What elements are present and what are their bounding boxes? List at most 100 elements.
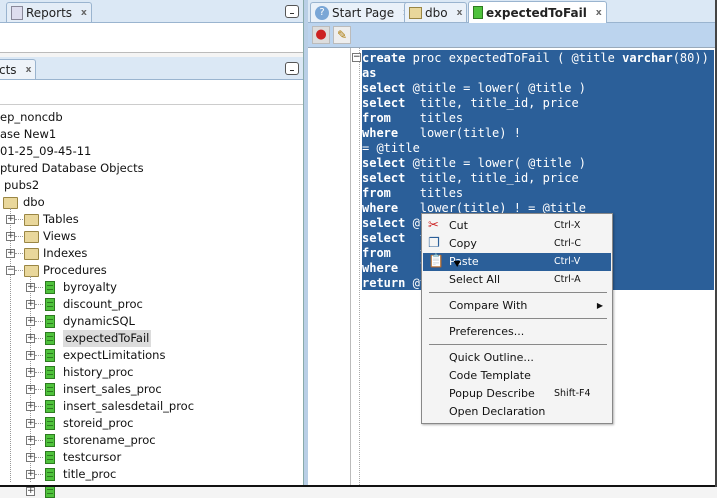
code-line: create proc expectedToFail ( @title varc… <box>362 51 709 65</box>
expand-icon[interactable]: + <box>26 368 35 377</box>
code-line: select title, title_id, price <box>362 171 579 185</box>
tree-procedure[interactable]: history_proc <box>63 364 133 381</box>
expand-icon[interactable]: + <box>26 470 35 479</box>
menu-item-popup-describe[interactable]: Popup Describe Shift-F4 <box>423 385 611 403</box>
menu-item-label: Popup Describe <box>449 387 535 400</box>
close-icon[interactable]: x <box>457 8 463 18</box>
tree-procedure[interactable]: byroyalty <box>63 279 117 296</box>
menu-item-code-template[interactable]: Code Template <box>423 367 611 385</box>
tab-connections[interactable]: cts x <box>0 59 37 79</box>
menu-item-compare-with[interactable]: Compare With ▶ <box>423 297 611 315</box>
tab-label: expectedToFail <box>486 5 587 20</box>
menu-item-copy[interactable]: ❐ Copy Ctrl-C <box>423 235 611 253</box>
expand-icon[interactable]: + <box>26 402 35 411</box>
menu-item-quick-outline[interactable]: Quick Outline... <box>423 349 611 367</box>
code-line: from titles <box>362 111 464 125</box>
tab-label: dbo <box>425 5 448 20</box>
reports-tab-strip: Reports x <box>0 0 305 23</box>
tree-procedure[interactable]: expectLimitations <box>63 347 165 364</box>
expand-icon[interactable]: + <box>26 317 35 326</box>
procedure-icon <box>45 434 55 447</box>
expand-icon[interactable]: + <box>26 283 35 292</box>
connections-tab-strip: cts x <box>0 57 305 80</box>
paste-icon: 📋 <box>428 254 445 269</box>
close-icon[interactable]: x <box>81 8 87 18</box>
tab-reports[interactable]: Reports x <box>6 2 92 22</box>
tree-procedure[interactable]: storename_proc <box>63 432 156 449</box>
expand-icon[interactable]: + <box>26 385 35 394</box>
expand-icon[interactable]: + <box>26 453 35 462</box>
minimize-button[interactable] <box>285 5 299 18</box>
editor-toolbar: ● ✎ <box>308 23 717 48</box>
folder-icon <box>24 265 39 277</box>
close-icon[interactable]: x <box>596 8 602 18</box>
menu-item-shortcut: Ctrl-A <box>554 274 581 285</box>
help-icon: ? <box>315 5 329 20</box>
reports-panel <box>0 23 303 53</box>
close-icon[interactable]: x <box>26 65 32 75</box>
procedure-icon <box>45 417 55 430</box>
pin-icon[interactable]: ● <box>312 26 330 44</box>
procedure-icon <box>45 349 55 362</box>
tree-procedure[interactable]: expectedToFail <box>63 330 152 347</box>
tab-label: cts <box>0 62 17 77</box>
collapse-icon[interactable]: − <box>352 53 361 62</box>
edit-icon[interactable]: ✎ <box>333 26 351 44</box>
tree-folder-procedures[interactable]: Procedures <box>43 262 107 279</box>
tree-folder-tables[interactable]: Tables <box>43 211 79 228</box>
menu-item-label: Cut <box>449 219 468 232</box>
tree-procedure[interactable]: insert_salesdetail_proc <box>63 398 194 415</box>
menu-item-label: Open Declaration <box>449 405 546 418</box>
expand-icon[interactable]: + <box>26 487 35 496</box>
menu-item-cut[interactable]: ✂ Cut Ctrl-X <box>423 217 611 235</box>
tree-folder-views[interactable]: Views <box>43 228 76 245</box>
expand-icon[interactable]: + <box>26 419 35 428</box>
tab-start-page[interactable]: ? Start Pagex <box>310 2 414 22</box>
procedure-icon <box>45 281 55 294</box>
code-line: from titles <box>362 186 464 200</box>
code-line: select @title = lower( @title ) <box>362 156 586 170</box>
tree-procedure[interactable]: title_proc <box>63 466 116 483</box>
menu-item-shortcut: Ctrl-V <box>554 256 581 267</box>
tree-procedure[interactable]: testcursor <box>63 449 121 466</box>
menu-item-shortcut: Ctrl-X <box>554 220 581 231</box>
folder-icon <box>24 214 39 226</box>
expand-icon[interactable]: + <box>26 334 35 343</box>
mouse-cursor-icon: ⯆ <box>452 258 463 273</box>
tree-node[interactable]: ptured Database Objects <box>0 160 144 177</box>
context-menu: ✂ Cut Ctrl-X ❐ Copy Ctrl-C 📋 Paste Ctrl-V Select … <box>421 213 613 424</box>
tab-dbo[interactable]: dbo x <box>404 2 468 22</box>
scissors-icon: ✂ <box>428 218 439 233</box>
tree-node[interactable]: pubs2 <box>4 177 39 194</box>
tree-node[interactable]: ep_noncdb <box>0 109 63 126</box>
folder-icon <box>24 248 39 260</box>
tree-node[interactable]: 01-25_09-45-11 <box>0 143 91 160</box>
tree-procedure[interactable]: insert_sales_proc <box>63 381 162 398</box>
submenu-arrow-icon: ▶ <box>596 301 603 310</box>
tree-procedure[interactable]: storeid_proc <box>63 415 133 432</box>
tree-node[interactable]: ase New1 <box>0 126 56 143</box>
tree-folder-indexes[interactable]: Indexes <box>43 245 87 262</box>
code-line: as <box>362 66 377 80</box>
menu-separator <box>429 292 607 293</box>
expand-icon[interactable]: + <box>6 232 15 241</box>
minimize-button[interactable] <box>285 62 299 75</box>
collapse-icon[interactable]: − <box>6 266 15 275</box>
procedure-icon <box>45 383 55 396</box>
tab-expectedtofail[interactable]: expectedToFail x <box>468 1 607 23</box>
expand-icon[interactable]: + <box>6 215 15 224</box>
menu-item-open-declaration[interactable]: Open Declaration <box>423 403 611 421</box>
menu-item-label: Copy <box>449 237 477 250</box>
procedure-icon <box>45 366 55 379</box>
menu-item-preferences[interactable]: Preferences... <box>423 323 611 341</box>
tree-procedure[interactable]: dynamicSQL <box>63 313 135 330</box>
expand-icon[interactable]: + <box>26 351 35 360</box>
expand-icon[interactable]: + <box>6 249 15 258</box>
menu-item-select-all[interactable]: Select All Ctrl-A <box>423 271 611 289</box>
tree-procedure[interactable]: discount_proc <box>63 296 143 313</box>
code-line: select @title = lower( @title ) <box>362 81 586 95</box>
expand-icon[interactable]: + <box>26 300 35 309</box>
code-line: = @title <box>362 141 420 155</box>
expand-icon[interactable]: + <box>26 436 35 445</box>
tree-node-dbo[interactable]: dbo <box>23 194 45 211</box>
